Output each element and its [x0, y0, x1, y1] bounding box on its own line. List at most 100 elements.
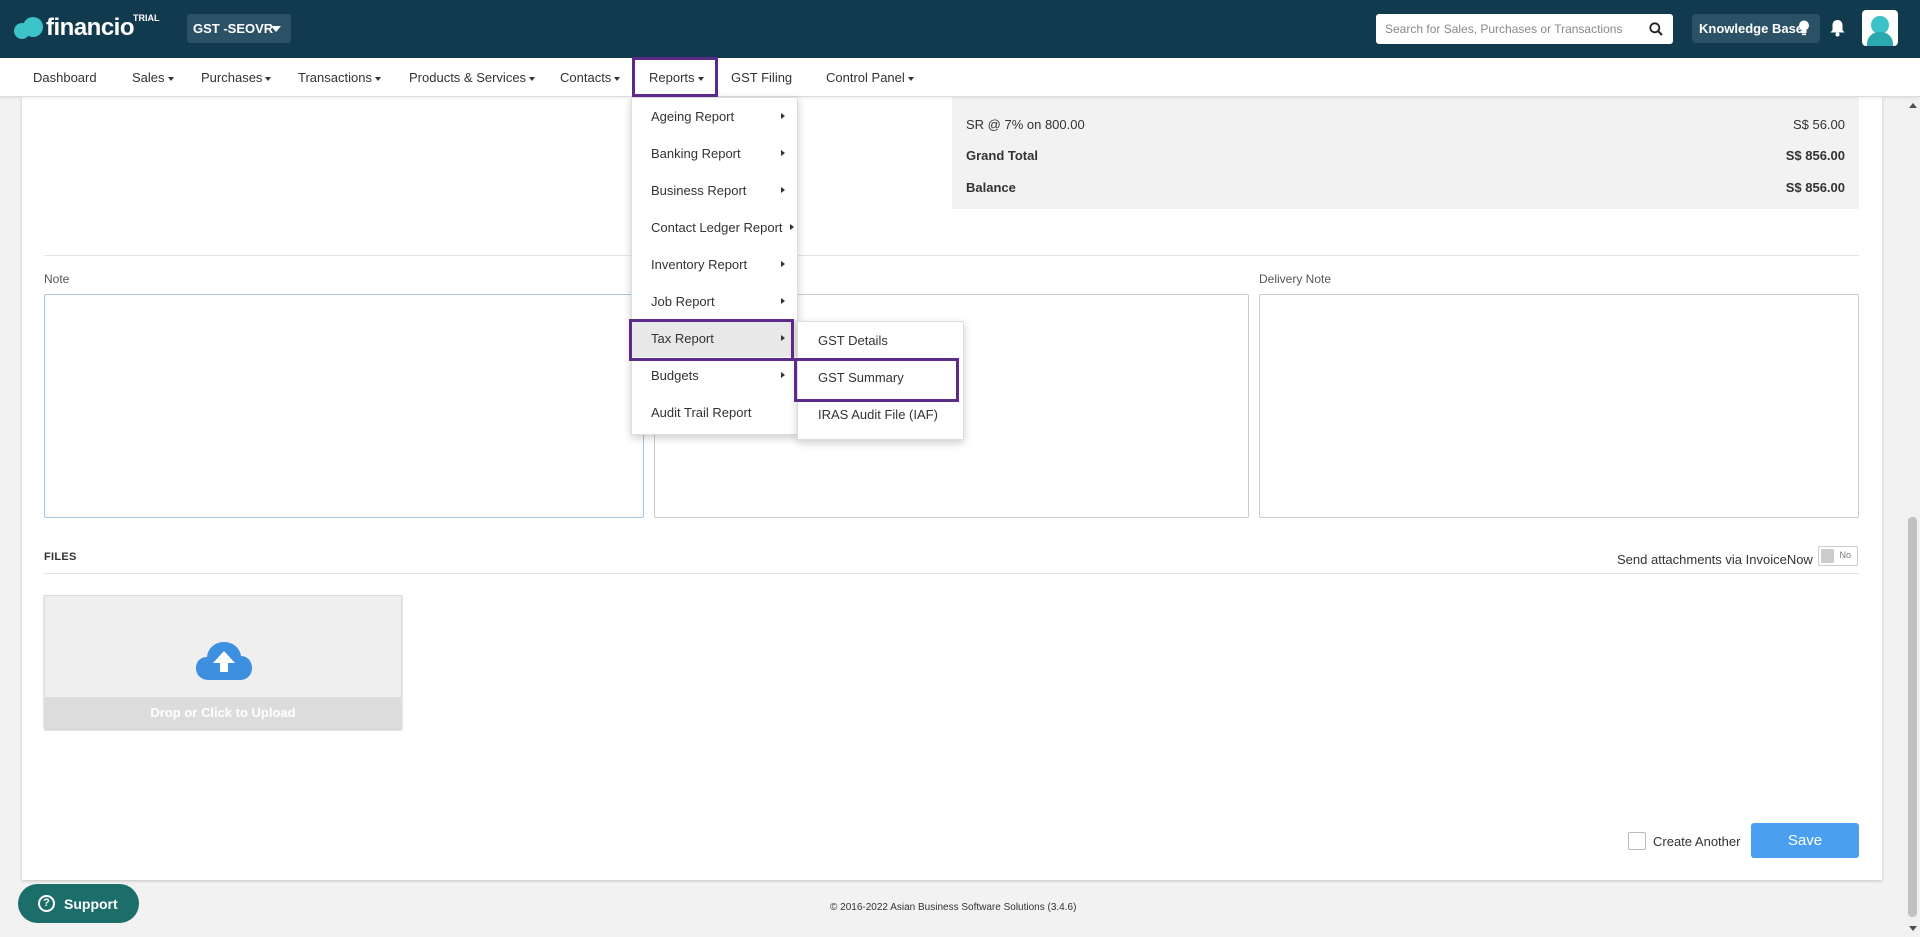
nav-label: Contacts [560, 70, 612, 85]
grand-total-value: S$ 856.00 [1785, 148, 1845, 163]
note-field[interactable] [44, 294, 644, 518]
knowledge-base-label: Knowledge Base [1699, 21, 1804, 36]
note-label: Note [44, 272, 70, 286]
balance-value: S$ 856.00 [1785, 180, 1845, 195]
scrollbar-thumb[interactable] [1908, 517, 1917, 917]
toggle-state: No [1839, 550, 1851, 560]
chevron-right-icon [781, 298, 785, 304]
reports-dropdown-menu: Ageing Report Banking Report Business Re… [631, 97, 798, 435]
chevron-right-icon [781, 113, 785, 119]
caret-down-icon [271, 26, 281, 32]
logo-text: financio [46, 14, 135, 41]
menu-item-budgets[interactable]: Budgets [632, 357, 797, 394]
menu-item-gst-details[interactable]: GST Details [798, 322, 963, 359]
support-button[interactable]: ? Support [18, 884, 139, 923]
menu-item-ageing-report[interactable]: Ageing Report [632, 98, 797, 135]
send-attachments-label: Send attachments via InvoiceNow [1617, 552, 1813, 567]
top-header: financio TRIAL GST -SEOVR Knowledge Base [0, 0, 1920, 58]
menu-item-job-report[interactable]: Job Report [632, 283, 797, 320]
menu-item-label: Job Report [651, 294, 715, 309]
organization-selector[interactable]: GST -SEOVR [187, 14, 291, 43]
bell-icon[interactable] [1829, 19, 1846, 37]
copyright-text: © 2016-2022 Asian Business Software Solu… [830, 902, 1077, 913]
totals-panel: SR @ 7% on 800.00 S$ 56.00 Grand Total S… [952, 97, 1859, 209]
nav-gst-filing[interactable]: GST Filing [731, 58, 792, 97]
menu-item-label: GST Details [818, 333, 888, 348]
files-heading: FILES [44, 551, 77, 563]
lightbulb-icon [1799, 20, 1809, 36]
nav-label: Sales [132, 70, 165, 85]
menu-item-label: Budgets [651, 368, 699, 383]
section-divider [44, 255, 1859, 256]
gst-summary-highlight-box [794, 358, 959, 402]
scroll-up-icon[interactable] [1909, 103, 1917, 108]
chevron-right-icon [790, 224, 794, 230]
tax-line-label: SR @ 7% on 800.00 [966, 117, 1085, 132]
caret-down-icon [265, 76, 272, 81]
caret-down-icon [167, 76, 174, 81]
tax-line-value: S$ 56.00 [1792, 117, 1845, 132]
chevron-right-icon [781, 187, 785, 193]
nav-products-services[interactable]: Products & Services [409, 58, 536, 97]
trial-badge: TRIAL [133, 13, 160, 23]
nav-dashboard[interactable]: Dashboard [33, 58, 97, 97]
create-another-option[interactable]: Create Another [1628, 832, 1740, 850]
toggle-knob [1821, 549, 1834, 563]
cloud-upload-icon [196, 642, 252, 680]
delivery-note-field[interactable] [1259, 294, 1859, 518]
caret-down-icon [907, 76, 914, 81]
menu-item-contact-ledger-report[interactable]: Contact Ledger Report [632, 209, 797, 246]
menu-item-banking-report[interactable]: Banking Report [632, 135, 797, 172]
nav-sales[interactable]: Sales [132, 58, 174, 97]
user-avatar[interactable] [1862, 10, 1898, 46]
nav-transactions[interactable]: Transactions [298, 58, 381, 97]
delivery-note-label: Delivery Note [1259, 272, 1332, 286]
support-label: Support [64, 895, 118, 912]
nav-label: Dashboard [33, 70, 97, 85]
nav-label: Transactions [298, 70, 372, 85]
menu-item-label: Ageing Report [651, 109, 735, 124]
help-icon: ? [38, 895, 55, 912]
main-navigation: Dashboard Sales Purchases Transactions P… [0, 58, 1920, 97]
app-logo[interactable]: financio [14, 14, 135, 42]
global-search [1376, 14, 1673, 44]
scroll-down-icon[interactable] [1909, 926, 1917, 931]
create-another-checkbox[interactable] [1628, 832, 1646, 850]
organization-name: GST -SEOVR [193, 21, 274, 36]
tax-report-highlight-box [629, 319, 794, 361]
menu-item-audit-trail-report[interactable]: Audit Trail Report [632, 394, 797, 431]
menu-item-label: IRAS Audit File (IAF) [818, 407, 938, 422]
logo-cloud-icon [14, 17, 44, 39]
caret-down-icon [614, 76, 621, 81]
nav-label: Control Panel [826, 70, 905, 85]
menu-item-label: Banking Report [651, 146, 741, 161]
files-divider [44, 573, 1859, 574]
file-upload-dropzone[interactable]: Drop or Click to Upload [44, 595, 402, 729]
save-button[interactable]: Save [1751, 823, 1859, 858]
caret-down-icon [529, 76, 536, 81]
menu-item-label: Contact Ledger Report [651, 220, 783, 235]
nav-label: Purchases [201, 70, 263, 85]
menu-item-label: Inventory Report [651, 257, 748, 272]
chevron-right-icon [781, 372, 785, 378]
caret-down-icon [374, 76, 381, 81]
upload-label: Drop or Click to Upload [45, 697, 401, 728]
menu-item-label: Audit Trail Report [651, 405, 752, 420]
menu-item-business-report[interactable]: Business Report [632, 172, 797, 209]
search-input[interactable] [1376, 14, 1636, 44]
reports-highlight-box [632, 57, 718, 97]
chevron-right-icon [781, 261, 785, 267]
nav-purchases[interactable]: Purchases [201, 58, 272, 97]
nav-contacts[interactable]: Contacts [560, 58, 621, 97]
nav-control-panel[interactable]: Control Panel [826, 58, 914, 97]
knowledge-base-button[interactable]: Knowledge Base [1692, 14, 1820, 43]
menu-item-inventory-report[interactable]: Inventory Report [632, 246, 797, 283]
vertical-scrollbar[interactable] [1905, 97, 1920, 937]
grand-total-label: Grand Total [966, 148, 1038, 163]
send-attachments-toggle[interactable]: No [1818, 546, 1858, 566]
nav-label: GST Filing [731, 70, 793, 85]
chevron-right-icon [781, 150, 785, 156]
create-another-label: Create Another [1653, 833, 1741, 849]
menu-item-label: Business Report [651, 183, 747, 198]
search-icon[interactable] [1649, 22, 1663, 36]
